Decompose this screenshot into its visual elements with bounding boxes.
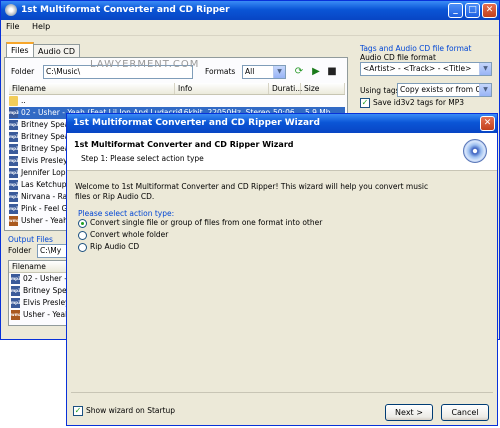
col-size[interactable]: Size [301, 83, 345, 94]
checkbox-checked-icon: ✓ [360, 98, 370, 108]
output-folder-input[interactable]: C:\My [37, 244, 67, 258]
file-row[interactable]: wmaUsher - Yeah [9, 215, 69, 227]
col-duration[interactable]: Durati... [269, 83, 302, 94]
option-convert-files[interactable]: Convert single file or group of files fr… [78, 218, 322, 228]
using-tags-label: Using tags [360, 86, 400, 95]
file-format-select[interactable]: <Artist> - <Track> - <Title> ▼ [360, 62, 492, 76]
col-output-filename[interactable]: Filename [9, 261, 67, 272]
mp3-file-icon: mp3 [9, 204, 19, 214]
output-folder-label: Folder [8, 246, 32, 255]
play-icon[interactable]: ▶ [309, 65, 323, 79]
folder-up-icon [9, 96, 18, 106]
checkbox-checked-icon: ✓ [73, 406, 83, 416]
menu-file[interactable]: File [1, 20, 24, 33]
file-format-label: Audio CD file format [360, 53, 436, 62]
chevron-down-icon: ▼ [479, 84, 491, 96]
formats-label: Formats [205, 67, 236, 76]
tab-audio-cd[interactable]: Audio CD [33, 44, 81, 58]
tab-files[interactable]: Files [6, 42, 34, 57]
menu-help[interactable]: Help [27, 20, 55, 33]
wizard-dialog: 1st Multiformat Converter and CD Ripper … [66, 113, 498, 426]
file-row[interactable]: mp3 Las Ketchup [9, 179, 69, 191]
mp3-file-icon: mp3 [11, 274, 21, 284]
file-row[interactable]: .. [9, 95, 345, 107]
radio-selected-icon [78, 218, 87, 228]
show-wizard-checkbox[interactable]: ✓ Show wizard on Startup [73, 406, 175, 416]
save-id3-checkbox[interactable]: ✓ Save id3v2 tags for MP3 [360, 98, 464, 108]
tags-section-title: Tags and Audio CD file format [360, 44, 472, 53]
cd-disc-icon [463, 139, 487, 163]
close-icon[interactable]: ✕ [482, 3, 497, 18]
wma-file-icon: wma [11, 310, 22, 320]
file-row[interactable]: mp3 Pink - Feel Go [9, 203, 69, 215]
main-window-title: 1st Multiformat Converter and CD Ripper [21, 5, 230, 15]
output-file-row[interactable]: mp3 Elvis Presley [11, 297, 67, 309]
wizard-step: Step 1: Please select action type [81, 154, 204, 163]
mp3-file-icon: mp3 [9, 108, 19, 118]
col-info[interactable]: Info [175, 83, 269, 94]
radio-icon [78, 230, 87, 240]
wizard-titlebar[interactable]: 1st Multiformat Converter and CD Ripper … [67, 114, 497, 133]
wizard-title: 1st Multiformat Converter and CD Ripper … [73, 118, 320, 128]
refresh-icon[interactable]: ⟳ [292, 65, 306, 79]
file-row[interactable]: mp3 Britney Spear [9, 119, 69, 131]
mp3-file-icon: mp3 [9, 132, 19, 142]
file-row[interactable]: mp3 Elvis Presley [9, 155, 69, 167]
wizard-header: 1st Multiformat Converter and CD Ripper … [67, 133, 497, 171]
mp3-file-icon: mp3 [9, 120, 19, 130]
mp3-file-icon: mp3 [9, 144, 19, 154]
folder-label: Folder [11, 67, 35, 76]
main-titlebar[interactable]: 1st Multiformat Converter and CD Ripper [1, 1, 499, 20]
cancel-button[interactable]: Cancel [441, 404, 489, 421]
chevron-down-icon: ▼ [479, 63, 491, 75]
files-list-header: Filename Info Durati... Size [9, 83, 345, 95]
radio-icon [78, 242, 87, 252]
file-row[interactable]: mp3 Nirvana - Rap [9, 191, 69, 203]
using-tags-select[interactable]: Copy exists or from CD ▼ [397, 83, 492, 97]
menu-bar: File Help [1, 20, 499, 36]
option-rip-cd[interactable]: Rip Audio CD [78, 242, 139, 252]
stop-icon[interactable]: ■ [325, 65, 339, 79]
file-row[interactable]: mp3 Britney Spear [9, 131, 69, 143]
output-file-row[interactable]: wmaUsher - Yeah [11, 309, 67, 321]
output-file-row[interactable]: mp302 - Usher - Y [11, 273, 67, 285]
option-convert-folder[interactable]: Convert whole folder [78, 230, 168, 240]
mp3-file-icon: mp3 [11, 286, 21, 296]
watermark-text: LAWYERMENT.COM [90, 59, 200, 70]
mp3-file-icon: mp3 [9, 192, 19, 202]
welcome-text-line1: Welcome to 1st Multiformat Converter and… [75, 182, 429, 191]
mp3-file-icon: mp3 [9, 168, 19, 178]
mp3-file-icon: mp3 [9, 156, 19, 166]
output-files-list: Filename mp302 - Usher - Y mp3Britney Sp… [8, 260, 68, 326]
select-action-label: Please select action type: [78, 209, 175, 218]
wma-file-icon: wma [9, 216, 20, 226]
chevron-down-icon: ▼ [273, 66, 285, 78]
maximize-button[interactable]: □ [465, 3, 480, 18]
wizard-divider [71, 392, 493, 393]
output-list-header: Filename [9, 261, 67, 273]
output-file-row[interactable]: mp3Britney Spear [11, 285, 67, 297]
output-files-label: Output Files [8, 235, 53, 244]
next-button[interactable]: Next > [385, 404, 433, 421]
file-row[interactable]: mp3 Jennifer Lope [9, 167, 69, 179]
file-row[interactable]: mp3 Britney Spear [9, 143, 69, 155]
app-disc-icon [5, 4, 17, 16]
welcome-text-line2: files or Rip Audio CD. [75, 192, 155, 201]
mp3-file-icon: mp3 [11, 298, 21, 308]
wizard-close-icon[interactable]: ✕ [480, 116, 495, 131]
minimize-button[interactable]: _ [448, 3, 463, 18]
wizard-heading: 1st Multiformat Converter and CD Ripper … [74, 140, 294, 149]
col-filename[interactable]: Filename [9, 83, 175, 94]
formats-select[interactable]: All ▼ [242, 65, 286, 79]
mp3-file-icon: mp3 [9, 180, 19, 190]
